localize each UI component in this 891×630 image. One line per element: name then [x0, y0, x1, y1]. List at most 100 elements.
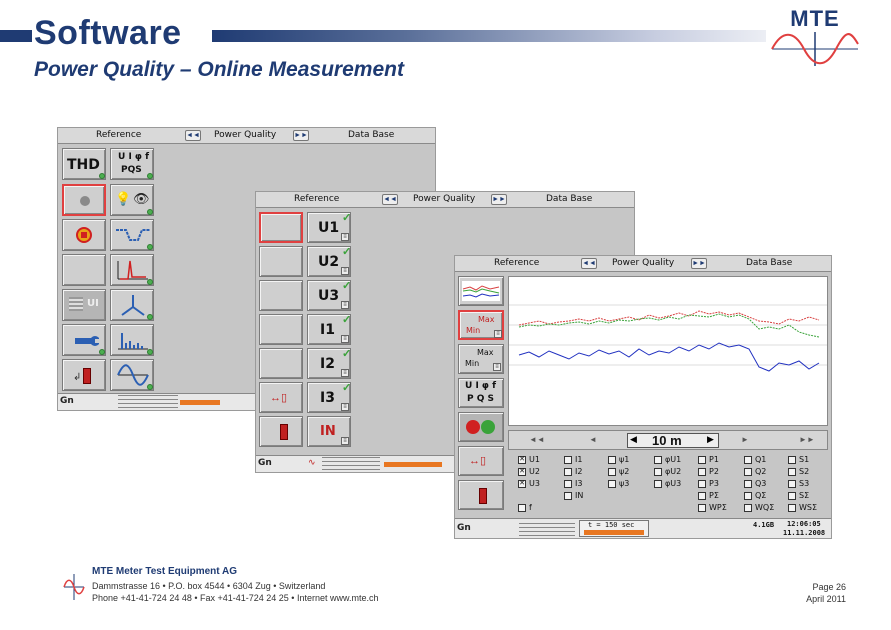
exit-button[interactable]: ↲	[62, 359, 106, 391]
left-button-3[interactable]	[259, 280, 303, 311]
record-button[interactable]	[62, 184, 106, 216]
waveform-button[interactable]	[110, 359, 154, 391]
channel-i1[interactable]: I1 ✓ ≡	[307, 314, 351, 345]
left-button-2[interactable]	[259, 246, 303, 277]
max-label: Max	[478, 315, 495, 324]
cb-i3[interactable]	[564, 480, 572, 488]
cb-psum[interactable]	[698, 492, 706, 500]
cb-ssum[interactable]	[788, 492, 796, 500]
footer-page: Page 26	[812, 582, 846, 592]
cb-s1[interactable]	[788, 456, 796, 464]
cb-psi3[interactable]	[608, 480, 616, 488]
trend-mini-icon	[462, 281, 500, 301]
left-button-1[interactable]	[259, 212, 303, 243]
cb-u2[interactable]: ✕	[518, 468, 526, 476]
transfer-button[interactable]: ↔▯	[259, 382, 303, 413]
tab-reference[interactable]: Reference	[96, 130, 141, 140]
cb-p1[interactable]	[698, 456, 706, 464]
channel-u3[interactable]: U3 ✓ ≡	[307, 280, 351, 311]
cb-wssum-label: WSΣ	[799, 503, 818, 512]
channel-u1[interactable]: U1 ✓ ≡	[307, 212, 351, 243]
uif-label: U I φ f	[465, 381, 497, 391]
empty-button[interactable]	[62, 254, 106, 286]
cb-s2[interactable]	[788, 468, 796, 476]
next-arrow-icon[interactable]: ►►	[293, 130, 309, 141]
tab-reference[interactable]: Reference	[294, 194, 339, 204]
bulb-icon: 💡	[115, 191, 132, 206]
zoom-down-icon[interactable]: ◀	[630, 434, 637, 445]
uif-pqs-button[interactable]: U I φ f P Q S	[458, 378, 504, 408]
view-button[interactable]: 💡 👁	[110, 184, 154, 216]
tab-data-base[interactable]: Data Base	[746, 258, 792, 268]
waveform-icon	[117, 364, 149, 386]
tab-power-quality[interactable]: Power Quality	[413, 194, 475, 204]
cb-psi2[interactable]	[608, 468, 616, 476]
next-arrow-icon[interactable]: ►►	[691, 258, 707, 269]
cb-s3[interactable]	[788, 480, 796, 488]
transient-button[interactable]	[110, 254, 154, 286]
settings-button[interactable]	[62, 324, 106, 356]
ui-icon: UI	[87, 298, 99, 309]
cb-q2[interactable]	[744, 468, 752, 476]
run-stop-button[interactable]	[458, 412, 504, 442]
tab-power-quality[interactable]: Power Quality	[612, 258, 674, 268]
back-icon[interactable]: ◄	[589, 435, 597, 444]
tab-data-base[interactable]: Data Base	[348, 130, 394, 140]
cb-q1[interactable]	[744, 456, 752, 464]
cb-p2[interactable]	[698, 468, 706, 476]
exit-button[interactable]	[259, 416, 303, 447]
tab-power-quality[interactable]: Power Quality	[214, 130, 276, 140]
cb-psi1[interactable]	[608, 456, 616, 464]
exit-button[interactable]	[458, 480, 504, 510]
max-min-button[interactable]: Max Min ≡	[458, 310, 504, 340]
forward-icon[interactable]: ►	[741, 435, 749, 444]
stop-center-icon	[81, 232, 87, 238]
rewind-icon[interactable]: ◄◄	[529, 435, 545, 444]
cb-q3[interactable]	[744, 480, 752, 488]
next-arrow-icon[interactable]: ►►	[491, 194, 507, 205]
cb-wssum[interactable]	[788, 504, 796, 512]
channel-u2[interactable]: U2 ✓ ≡	[307, 246, 351, 277]
channel-i2[interactable]: I2 ✓ ≡	[307, 348, 351, 379]
prev-arrow-icon[interactable]: ◄◄	[382, 194, 398, 205]
cb-i2[interactable]	[564, 468, 572, 476]
stop-red-icon	[466, 420, 480, 434]
transfer-button[interactable]: ↔▯	[458, 446, 504, 476]
cb-i1[interactable]	[564, 456, 572, 464]
max-min-alt-button[interactable]: Max Min ≡	[458, 344, 504, 374]
cb-u1[interactable]: ✕	[518, 456, 526, 464]
tab-reference[interactable]: Reference	[494, 258, 539, 268]
cb-phiu2[interactable]	[654, 468, 662, 476]
prev-arrow-icon[interactable]: ◄◄	[581, 258, 597, 269]
tab-data-base[interactable]: Data Base	[546, 194, 592, 204]
thd-button[interactable]: THD	[62, 148, 106, 180]
dip-button[interactable]	[110, 219, 154, 251]
cb-phiu3[interactable]	[654, 480, 662, 488]
phasor-button[interactable]	[110, 289, 154, 321]
ui-phase-button[interactable]: UI	[62, 289, 106, 321]
zoom-up-icon[interactable]: ▶	[707, 434, 714, 445]
cb-p1-label: P1	[709, 455, 719, 464]
fast-forward-icon[interactable]: ►►	[799, 435, 815, 444]
cb-qsum[interactable]	[744, 492, 752, 500]
channel-neutral[interactable]: IN ≡	[307, 416, 351, 447]
prev-arrow-icon[interactable]: ◄◄	[185, 130, 201, 141]
uiphif-button[interactable]: U I φ f PQS	[110, 148, 154, 180]
pqs-label: PQS	[121, 165, 142, 175]
left-button-4[interactable]	[259, 314, 303, 345]
left-button-5[interactable]	[259, 348, 303, 379]
cb-phiu1-label: φU1	[665, 455, 682, 464]
cb-p3[interactable]	[698, 480, 706, 488]
channel-i3[interactable]: I3 ✓ ≡	[307, 382, 351, 413]
settings-mini-icon: ≡	[341, 437, 349, 445]
trend-view-button[interactable]	[458, 276, 504, 306]
cb-in[interactable]	[564, 492, 572, 500]
cb-f[interactable]	[518, 504, 526, 512]
cb-wqsum[interactable]	[744, 504, 752, 512]
cb-wpsum[interactable]	[698, 504, 706, 512]
zoom-stepper[interactable]: ◀ 10 m ▶	[627, 433, 719, 448]
stop-button[interactable]	[62, 219, 106, 251]
cb-phiu1[interactable]	[654, 456, 662, 464]
harmonics-button[interactable]	[110, 324, 154, 356]
cb-u3[interactable]: ✕	[518, 480, 526, 488]
